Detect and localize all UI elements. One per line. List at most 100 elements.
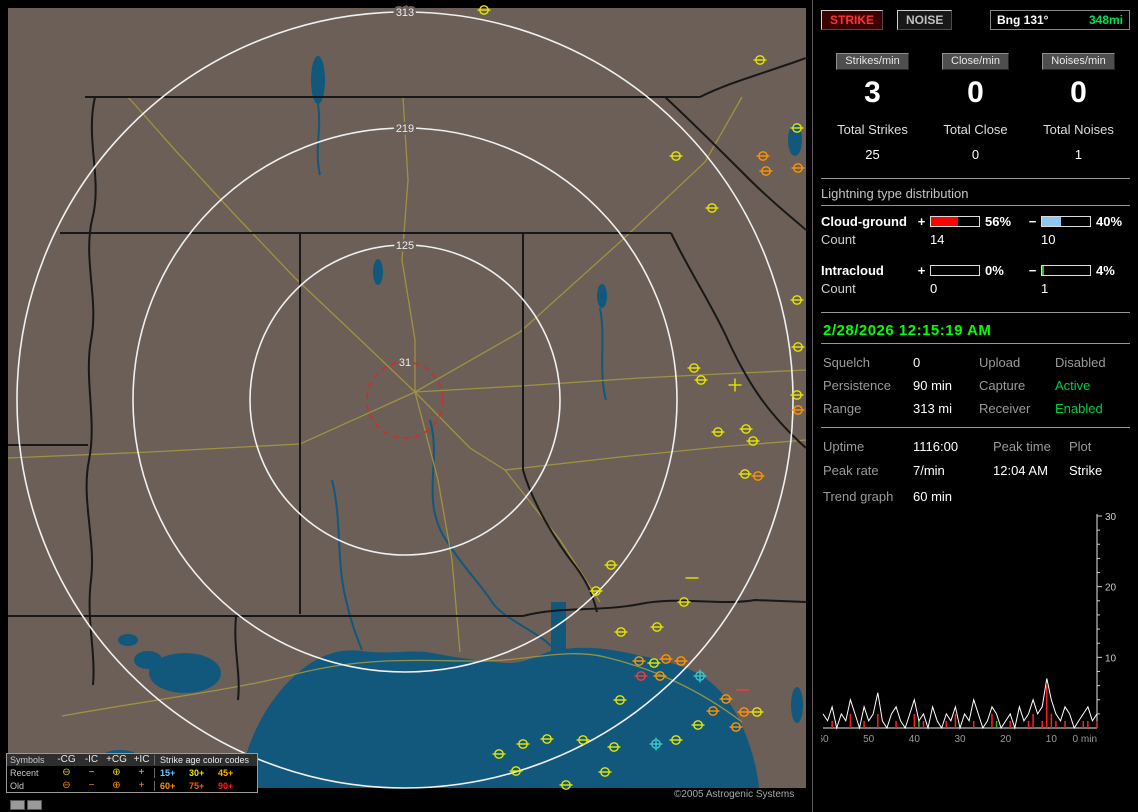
- y-tick-label: 10: [1105, 653, 1117, 664]
- squelch-label: Squelch: [823, 355, 913, 370]
- close-per-min-value: 0: [924, 76, 1027, 110]
- noises-column: Noises/min 0 Total Noises 1: [1027, 52, 1130, 162]
- legend-strike-glyph: ⊕: [104, 768, 129, 778]
- total-strikes-label: Total Strikes: [821, 122, 924, 137]
- legend-strike-glyph: ⊖: [54, 781, 79, 791]
- separator: [821, 205, 1130, 206]
- cg-plus-bar-fill: [931, 217, 958, 226]
- top-button-row: STRIKE NOISE Bng 131° 348mi: [821, 10, 1130, 30]
- total-strikes-value: 25: [821, 147, 924, 162]
- legend-col-ic-pos: +IC: [129, 755, 154, 765]
- copyright-text: ©2005 Astrogenic Systems: [674, 789, 794, 800]
- upload-label: Upload: [979, 355, 1055, 370]
- ic-minus-bar: [1041, 265, 1091, 276]
- x-tick-label: 30: [954, 734, 966, 745]
- cg-minus-bar: [1041, 216, 1091, 227]
- ring-distance-label: 313: [396, 7, 414, 19]
- map-viewport[interactable]: 31321912531 Symbols -CG -IC +CG +IC Stri…: [0, 0, 812, 812]
- receiver-label: Receiver: [979, 401, 1055, 416]
- cg-plus-pct: 56%: [982, 214, 1024, 229]
- noises-per-min-header[interactable]: Noises/min: [1042, 53, 1114, 70]
- taskbar-button[interactable]: [27, 800, 42, 810]
- legend-strike-glyph: −: [79, 781, 104, 791]
- x-tick-label: 10: [1046, 734, 1058, 745]
- cg-minus-bar-fill: [1042, 217, 1061, 226]
- cg-minus-count: 10: [1041, 232, 1091, 247]
- bearing-range-display: Bng 131° 348mi: [990, 10, 1130, 30]
- strikes-per-min-header[interactable]: Strikes/min: [836, 53, 908, 70]
- separator: [821, 312, 1130, 313]
- datetime-display: 2/28/2026 12:15:19 AM: [823, 322, 1130, 339]
- legend-row: Old⊖−⊕+60+75+90+: [7, 779, 257, 792]
- legend-strike-glyph: ⊕: [104, 781, 129, 791]
- capture-label: Capture: [979, 378, 1055, 393]
- uptime-value: 1116:00: [913, 439, 993, 454]
- legend-col-cg-pos: +CG: [104, 755, 129, 765]
- total-close-label: Total Close: [924, 122, 1027, 137]
- trend-graph-value: 60 min: [913, 489, 993, 504]
- persistence-label: Persistence: [823, 378, 913, 393]
- x-tick-label: 50: [863, 734, 875, 745]
- legend-age-title: Strike age color codes: [154, 755, 254, 765]
- close-per-min-header[interactable]: Close/min: [942, 53, 1009, 70]
- cloud-ground-row: Cloud-ground + 56% − 40%: [821, 214, 1130, 229]
- status-grid: Uptime 1116:00 Peak time Plot Peak rate …: [823, 439, 1130, 504]
- ic-plus-count: 0: [930, 281, 980, 296]
- ic-minus-count: 1: [1041, 281, 1091, 296]
- strikes-column: Strikes/min 3 Total Strikes 25: [821, 52, 924, 162]
- strike-button[interactable]: STRIKE: [821, 10, 883, 30]
- cg-plus-count: 14: [930, 232, 980, 247]
- x-tick-label: 40: [909, 734, 921, 745]
- noise-button[interactable]: NOISE: [897, 10, 952, 30]
- receiver-value: Enabled: [1055, 401, 1137, 416]
- legend-symbols-title: Symbols: [10, 755, 54, 765]
- cloud-ground-count-row: Count 14 10: [821, 232, 1130, 247]
- x-tick-label: 60: [821, 734, 829, 745]
- lightning-map[interactable]: 313 219 125 31: [0, 0, 812, 812]
- legend-age-code: 45+: [218, 768, 247, 778]
- trend-graph-label: Trend graph: [823, 489, 913, 504]
- peak-rate-label: Peak rate: [823, 463, 913, 478]
- total-noises-label: Total Noises: [1027, 122, 1130, 137]
- total-close-value: 0: [924, 147, 1027, 162]
- ring-distance-label: 219: [396, 123, 414, 135]
- legend-col-cg-neg: -CG: [54, 755, 79, 765]
- status-panel: STRIKE NOISE Bng 131° 348mi Strikes/min …: [812, 0, 1138, 812]
- legend-age-code: 60+: [160, 781, 189, 791]
- noises-per-min-value: 0: [1027, 76, 1130, 110]
- upload-value: Disabled: [1055, 355, 1137, 370]
- legend-age-code: 30+: [189, 768, 218, 778]
- uptime-label: Uptime: [823, 439, 913, 454]
- y-tick-label: 30: [1105, 512, 1117, 523]
- count-label: Count: [821, 232, 913, 247]
- ring-distance-label: 31: [399, 357, 411, 369]
- settings-grid: Squelch 0 Upload Disabled Persistence 90…: [823, 355, 1130, 416]
- intracloud-label: Intracloud: [821, 263, 913, 278]
- cg-plus-bar: [930, 216, 980, 227]
- total-noises-value: 1: [1027, 147, 1130, 162]
- legend-strike-glyph: +: [129, 768, 154, 778]
- cg-minus-pct: 40%: [1093, 214, 1131, 229]
- legend-age-code: 75+: [189, 781, 218, 791]
- squelch-value: 0: [913, 355, 979, 370]
- distribution-title: Lightning type distribution: [821, 186, 1130, 201]
- count-label: Count: [821, 281, 913, 296]
- capture-value: Active: [1055, 378, 1137, 393]
- minus-sign: −: [1026, 263, 1039, 278]
- x-tick-label: 0 min: [1073, 734, 1097, 745]
- x-tick-label: 20: [1000, 734, 1012, 745]
- legend-strike-glyph: −: [79, 768, 104, 778]
- taskbar-button[interactable]: [10, 800, 25, 810]
- ic-minus-pct: 4%: [1093, 263, 1131, 278]
- range-value: 348mi: [1089, 13, 1123, 27]
- plus-sign: +: [915, 263, 928, 278]
- legend-strike-glyph: ⊖: [54, 768, 79, 778]
- legend-strike-glyph: +: [129, 781, 154, 791]
- range-setting-value: 313 mi: [913, 401, 979, 416]
- plot-label: Plot: [1069, 439, 1137, 454]
- peak-rate-value: 7/min: [913, 463, 993, 478]
- plus-sign: +: [915, 214, 928, 229]
- ring-distance-label: 125: [396, 240, 414, 252]
- peak-time-label: Peak time: [993, 439, 1069, 454]
- cloud-ground-label: Cloud-ground: [821, 214, 913, 229]
